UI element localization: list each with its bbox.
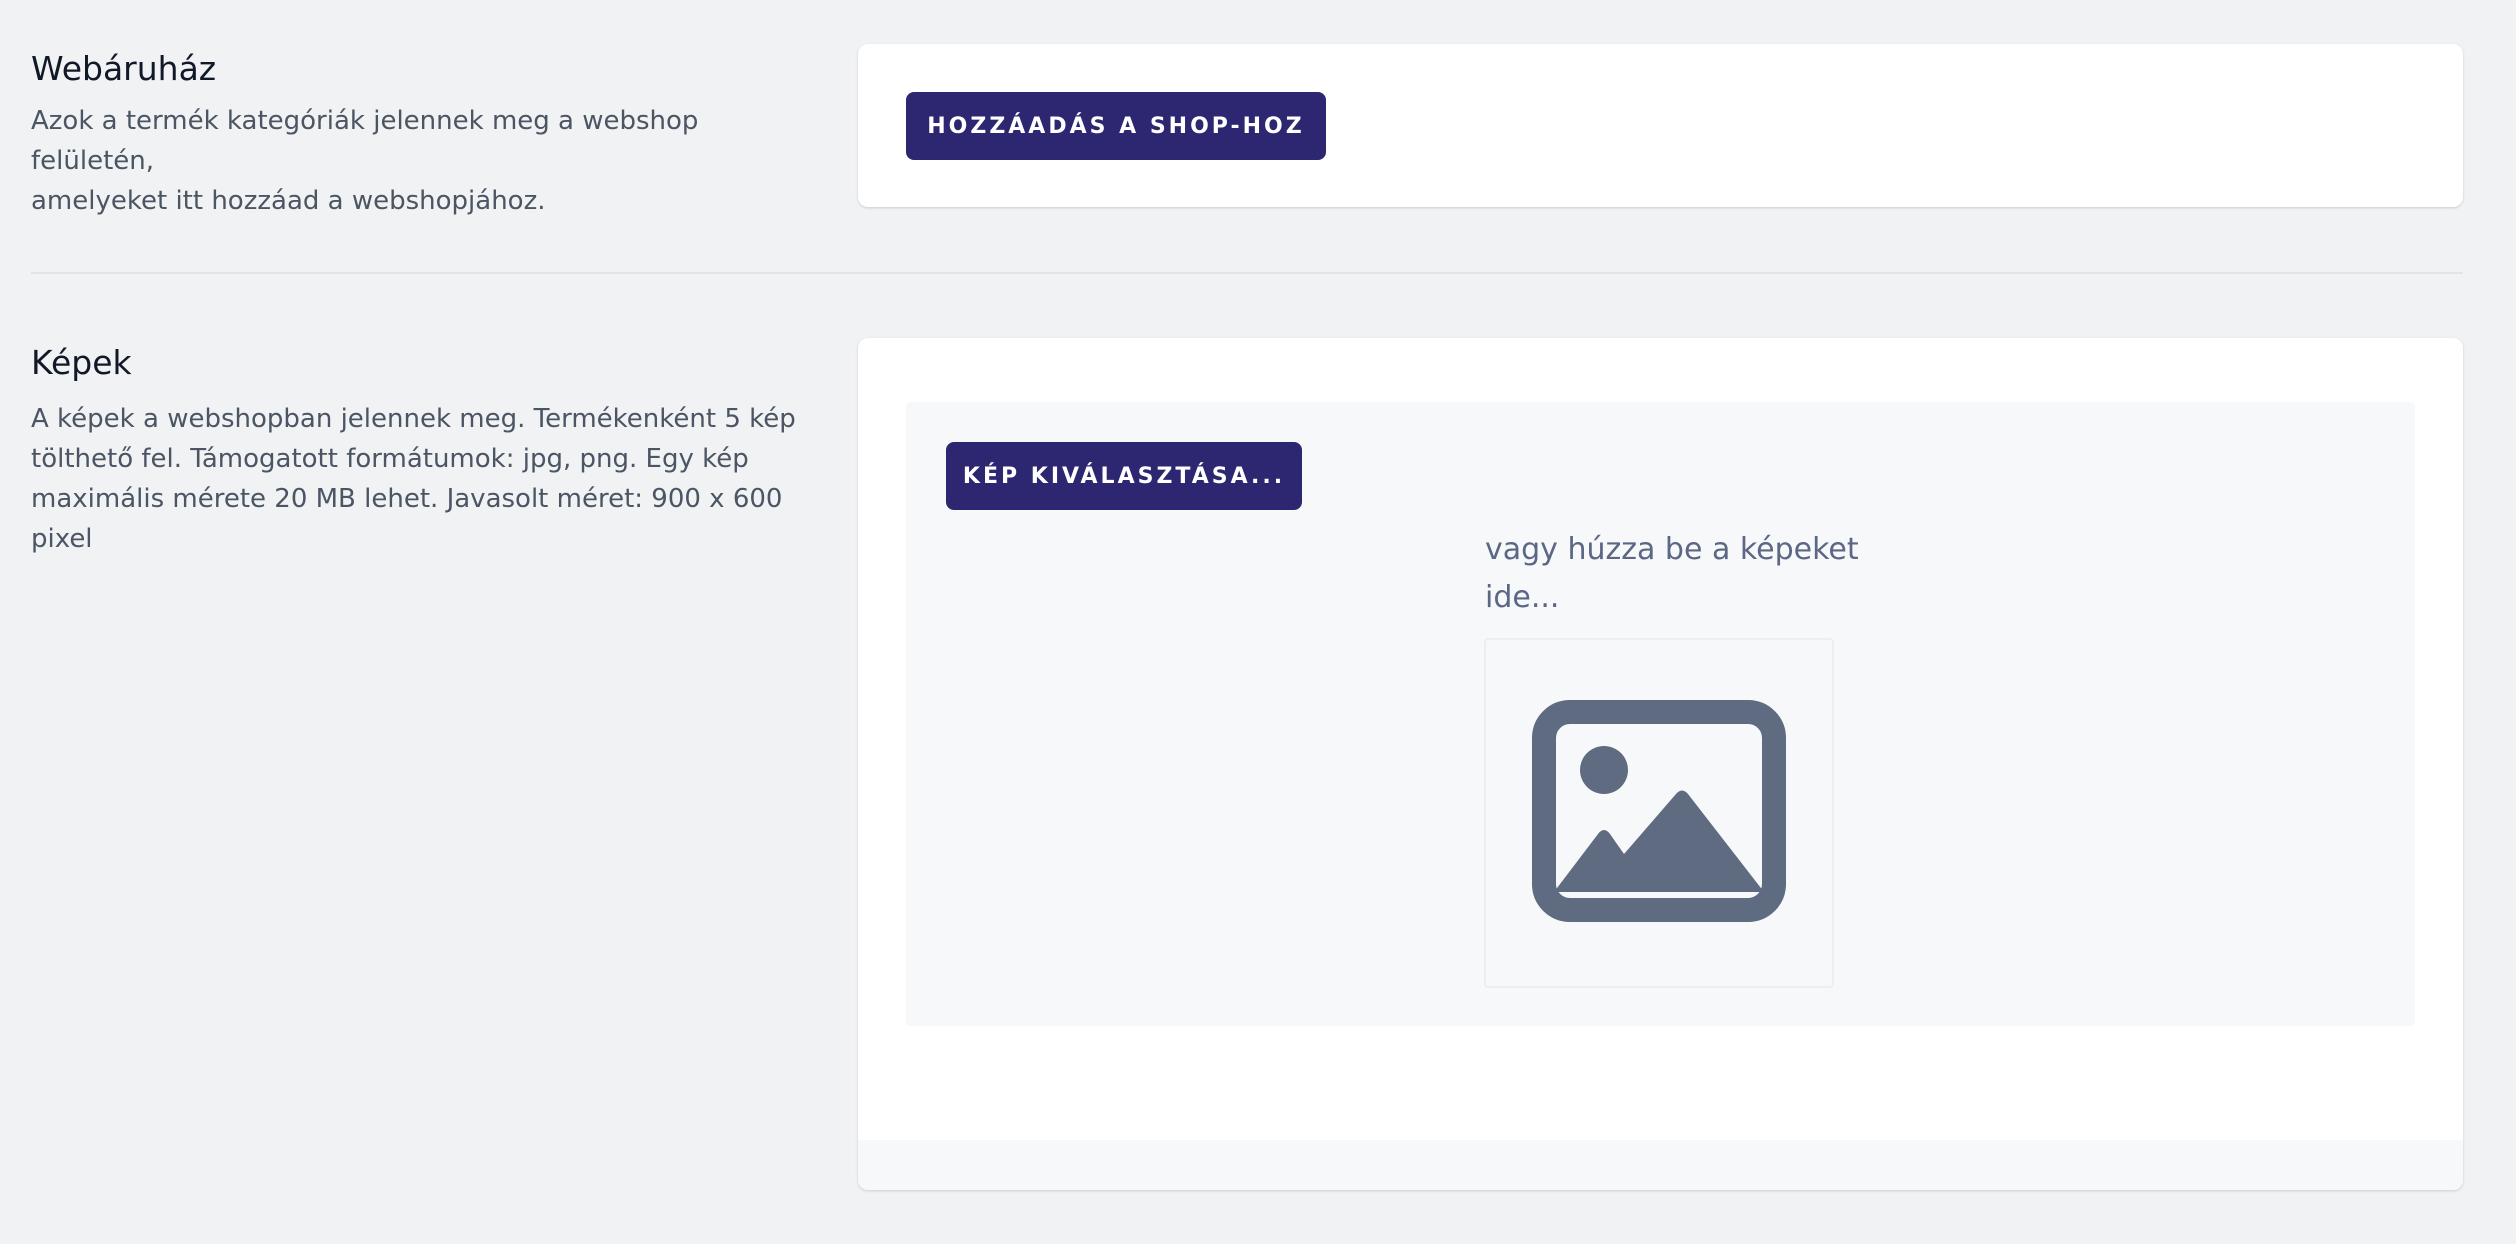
select-image-button[interactable]: KÉP KIVÁLASZTÁSA... [946,442,1302,510]
webshop-description-line1: Azok a termék kategóriák jelennek meg a … [31,105,699,176]
images-title: Képek [31,343,132,382]
webshop-description: Azok a termék kategóriák jelennek meg a … [31,101,811,221]
images-card: KÉP KIVÁLASZTÁSA... vagy húzza be a képe… [858,338,2463,1190]
images-info: Képek A képek a webshopban jelennek meg.… [31,342,811,559]
images-description-line3: maximális mérete 20 MB lehet. Javasolt m… [31,483,783,514]
images-description-line2: tölthető fel. Támogatott formátumok: jpg… [31,443,749,474]
webshop-info: Webáruház Azok a termék kategóriák jelen… [31,48,811,221]
images-section: Képek A képek a webshopban jelennek meg.… [0,274,2516,1244]
images-description: A képek a webshopban jelennek meg. Termé… [31,399,811,559]
add-to-shop-button[interactable]: HOZZÁADÁS A SHOP-HOZ [906,92,1326,160]
webshop-title: Webáruház [31,49,217,88]
images-card-footer [858,1140,2463,1190]
drop-hint-line1: vagy húzza be a képeket [1485,532,1859,567]
webshop-card: HOZZÁADÁS A SHOP-HOZ [858,44,2463,207]
drop-hint: vagy húzza be a képeket ide... [1485,526,1865,622]
image-placeholder-icon [1532,700,1786,922]
images-description-line4: pixel [31,523,93,554]
webshop-description-line2: amelyeket itt hozzáad a webshopjához. [31,185,546,216]
image-placeholder [1484,638,1834,988]
webshop-section: Webáruház Azok a termék kategóriák jelen… [0,0,2516,272]
drop-hint-line2: ide... [1485,580,1560,615]
image-dropzone[interactable]: KÉP KIVÁLASZTÁSA... vagy húzza be a képe… [906,402,2415,1026]
images-description-line1: A képek a webshopban jelennek meg. Termé… [31,403,796,434]
